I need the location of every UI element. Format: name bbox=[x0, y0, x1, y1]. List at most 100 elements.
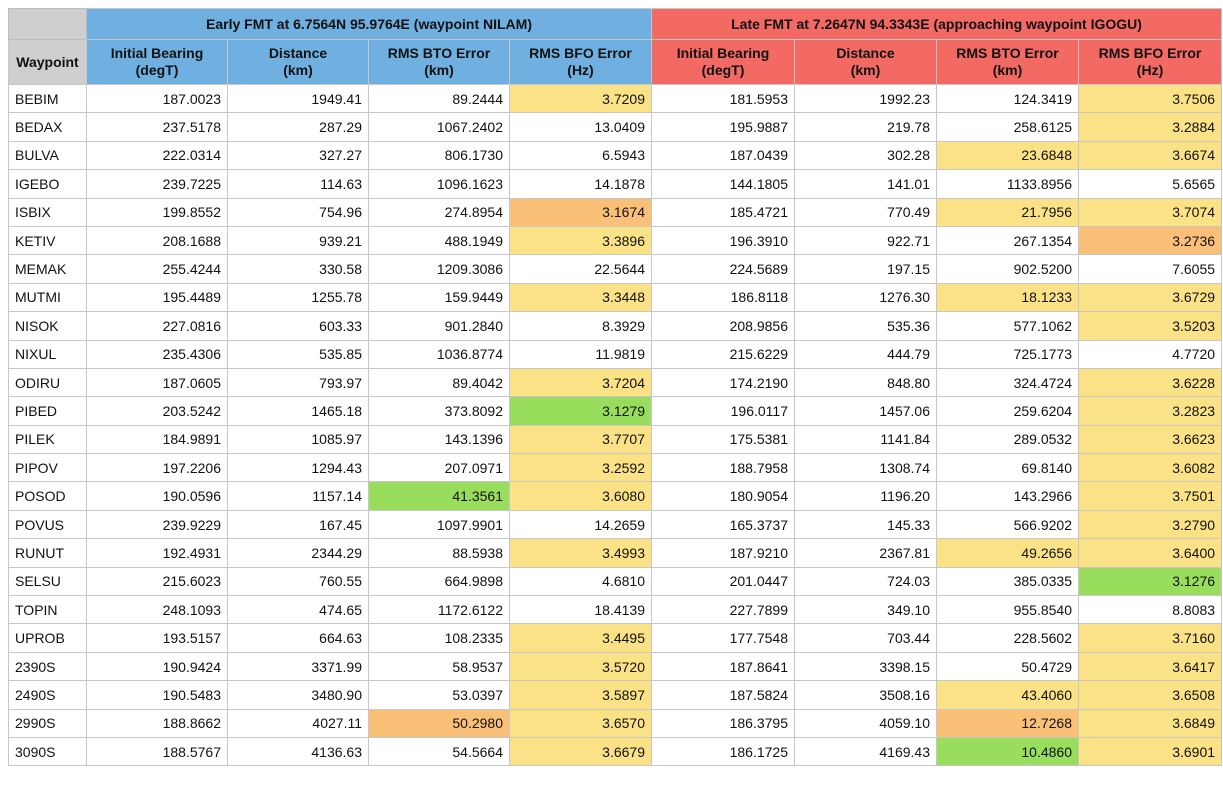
waypoint-cell: BEBIM bbox=[8, 83, 87, 114]
header-line: RMS BTO Error bbox=[387, 45, 491, 61]
early-bto-cell: 41.3561 bbox=[368, 481, 510, 511]
early-distance-cell: 535.85 bbox=[227, 339, 369, 369]
late-distance-cell: 535.36 bbox=[794, 311, 937, 341]
early-bearing-cell: 235.4306 bbox=[86, 339, 228, 369]
late-bfo-cell: 3.2884 bbox=[1077, 112, 1223, 142]
waypoint-cell: 3090S bbox=[8, 736, 87, 767]
early-bto-cell: 1036.8774 bbox=[368, 339, 510, 369]
waypoint-cell: BEDAX bbox=[8, 112, 87, 142]
table-row: NISOK 227.0816 603.33 901.2840 8.3929 208.985… bbox=[8, 311, 1223, 341]
early-bfo-cell: 3.4993 bbox=[509, 538, 652, 568]
header-unit: (km) bbox=[992, 62, 1023, 78]
early-bfo-cell: 18.4139 bbox=[509, 595, 652, 625]
late-bfo-cell: 5.6565 bbox=[1077, 169, 1223, 199]
late-bearing-cell: 195.9887 bbox=[651, 112, 795, 142]
table-row: UPROB 193.5157 664.63 108.2335 3.4495 177.754… bbox=[8, 623, 1223, 653]
early-distance-cell: 114.63 bbox=[227, 169, 369, 199]
waypoint-cell: NIXUL bbox=[8, 339, 87, 369]
header-unit: (Hz) bbox=[567, 62, 594, 78]
early-distance-header: Distance (km) bbox=[227, 39, 369, 85]
early-bfo-cell: 11.9819 bbox=[509, 339, 652, 369]
header-unit: (km) bbox=[283, 62, 313, 78]
late-bto-cell: 23.6848 bbox=[936, 140, 1079, 171]
early-bto-cell: 207.0971 bbox=[368, 453, 510, 483]
late-distance-cell: 1276.30 bbox=[794, 282, 937, 313]
late-bfo-cell: 3.6082 bbox=[1077, 453, 1223, 483]
early-bto-cell: 1096.1623 bbox=[368, 169, 510, 199]
waypoint-cell: UPROB bbox=[8, 623, 87, 653]
waypoint-cell: TOPIN bbox=[8, 595, 87, 625]
waypoint-cell: 2990S bbox=[8, 708, 87, 738]
early-bto-cell: 901.2840 bbox=[368, 311, 510, 341]
late-distance-cell: 1457.06 bbox=[794, 396, 937, 426]
early-distance-cell: 603.33 bbox=[227, 311, 369, 341]
late-distance-cell: 724.03 bbox=[794, 566, 937, 597]
column-header-row: Waypoint Initial Bearing (degT) Distance(… bbox=[8, 39, 1223, 85]
early-distance-cell: 939.21 bbox=[227, 225, 369, 256]
late-bearing-cell: 180.9054 bbox=[651, 481, 795, 511]
late-bto-cell: 902.5200 bbox=[936, 254, 1079, 284]
early-distance-cell: 1157.14 bbox=[227, 481, 369, 511]
late-bfo-cell: 7.6055 bbox=[1077, 254, 1223, 284]
late-bfo-cell: 3.7506 bbox=[1077, 83, 1223, 114]
late-bearing-cell: 201.0447 bbox=[651, 566, 795, 597]
late-bfo-cell: 8.8083 bbox=[1077, 595, 1223, 625]
late-bto-cell: 69.8140 bbox=[936, 453, 1079, 483]
late-bto-cell: 385.0335 bbox=[936, 566, 1079, 597]
early-bearing-header: Initial Bearing (degT) bbox=[86, 39, 228, 85]
late-bearing-cell: 185.4721 bbox=[651, 197, 795, 227]
early-bfo-cell: 3.3448 bbox=[509, 282, 652, 313]
early-bto-cell: 58.9537 bbox=[368, 651, 510, 682]
late-bfo-cell: 3.6674 bbox=[1077, 140, 1223, 171]
late-bearing-header: Initial Bearing (degT) bbox=[651, 39, 795, 85]
waypoint-cell: POSOD bbox=[8, 481, 87, 511]
header-line: Distance bbox=[268, 45, 328, 61]
early-bto-cell: 54.5664 bbox=[368, 736, 510, 767]
table-row: 2390S 190.9424 3371.99 58.9537 3.5720 187.864… bbox=[8, 651, 1223, 682]
late-bto-cell: 1133.8956 bbox=[936, 169, 1079, 199]
early-distance-cell: 3371.99 bbox=[227, 651, 369, 682]
late-distance-cell: 302.28 bbox=[794, 140, 937, 171]
early-bearing-cell: 193.5157 bbox=[86, 623, 228, 653]
waypoint-cell: PIPOV bbox=[8, 453, 87, 483]
late-distance-cell: 1308.74 bbox=[794, 453, 937, 483]
late-bearing-cell: 165.3737 bbox=[651, 509, 795, 540]
table-row: TOPIN 248.1093 474.65 1172.6122 18.4139 227.7… bbox=[8, 595, 1223, 625]
early-distance-cell: 754.96 bbox=[227, 197, 369, 227]
early-bearing-cell: 197.2206 bbox=[86, 453, 228, 483]
late-bfo-cell: 3.6417 bbox=[1077, 651, 1223, 682]
early-bto-cell: 89.4042 bbox=[368, 367, 510, 398]
late-bearing-cell: 224.5689 bbox=[651, 254, 795, 284]
early-bfo-cell: 3.6679 bbox=[509, 736, 652, 767]
early-bearing-cell: 187.0023 bbox=[86, 83, 228, 114]
table-row: PIBED 203.5242 1465.18 373.8092 3.1279 196.01… bbox=[8, 396, 1223, 426]
late-bto-header: RMS BTO Error (km) bbox=[936, 39, 1079, 85]
early-distance-cell: 664.63 bbox=[227, 623, 369, 653]
late-bfo-cell: 3.6901 bbox=[1077, 736, 1223, 767]
early-bfo-cell: 14.2659 bbox=[509, 509, 652, 540]
early-bearing-cell: 190.0596 bbox=[86, 481, 228, 511]
late-distance-cell: 145.33 bbox=[794, 509, 937, 540]
late-bto-cell: 43.4060 bbox=[936, 680, 1079, 710]
early-bearing-cell: 248.1093 bbox=[86, 595, 228, 625]
early-bfo-header: RMS BFO Error (Hz) bbox=[509, 39, 652, 85]
early-bfo-cell: 8.3929 bbox=[509, 311, 652, 341]
table-row: ODIRU 187.0605 793.97 89.4042 3.7204 174.2190… bbox=[8, 367, 1223, 398]
late-bto-cell: 259.6204 bbox=[936, 396, 1079, 426]
waypoint-cell: NISOK bbox=[8, 311, 87, 341]
early-bto-cell: 664.9898 bbox=[368, 566, 510, 597]
table-row: RUNUT 192.4931 2344.29 88.5938 3.4993 187.921… bbox=[8, 538, 1223, 568]
early-bearing-cell: 190.5483 bbox=[86, 680, 228, 710]
late-bto-cell: 725.1773 bbox=[936, 339, 1079, 369]
early-fmt-header: Early FMT at 6.7564N 95.9764E (waypoint … bbox=[86, 8, 652, 40]
early-bfo-cell: 3.5897 bbox=[509, 680, 652, 710]
waypoint-cell: IGEBO bbox=[8, 169, 87, 199]
early-bfo-cell: 3.6080 bbox=[509, 481, 652, 511]
header-line: RMS BFO Error bbox=[1098, 45, 1202, 61]
early-bfo-cell: 3.6570 bbox=[509, 708, 652, 738]
late-bearing-cell: 186.8118 bbox=[651, 282, 795, 313]
late-bfo-cell: 3.6228 bbox=[1077, 367, 1223, 398]
early-bearing-cell: 192.4931 bbox=[86, 538, 228, 568]
early-bearing-cell: 239.7225 bbox=[86, 169, 228, 199]
late-distance-cell: 4059.10 bbox=[794, 708, 937, 738]
